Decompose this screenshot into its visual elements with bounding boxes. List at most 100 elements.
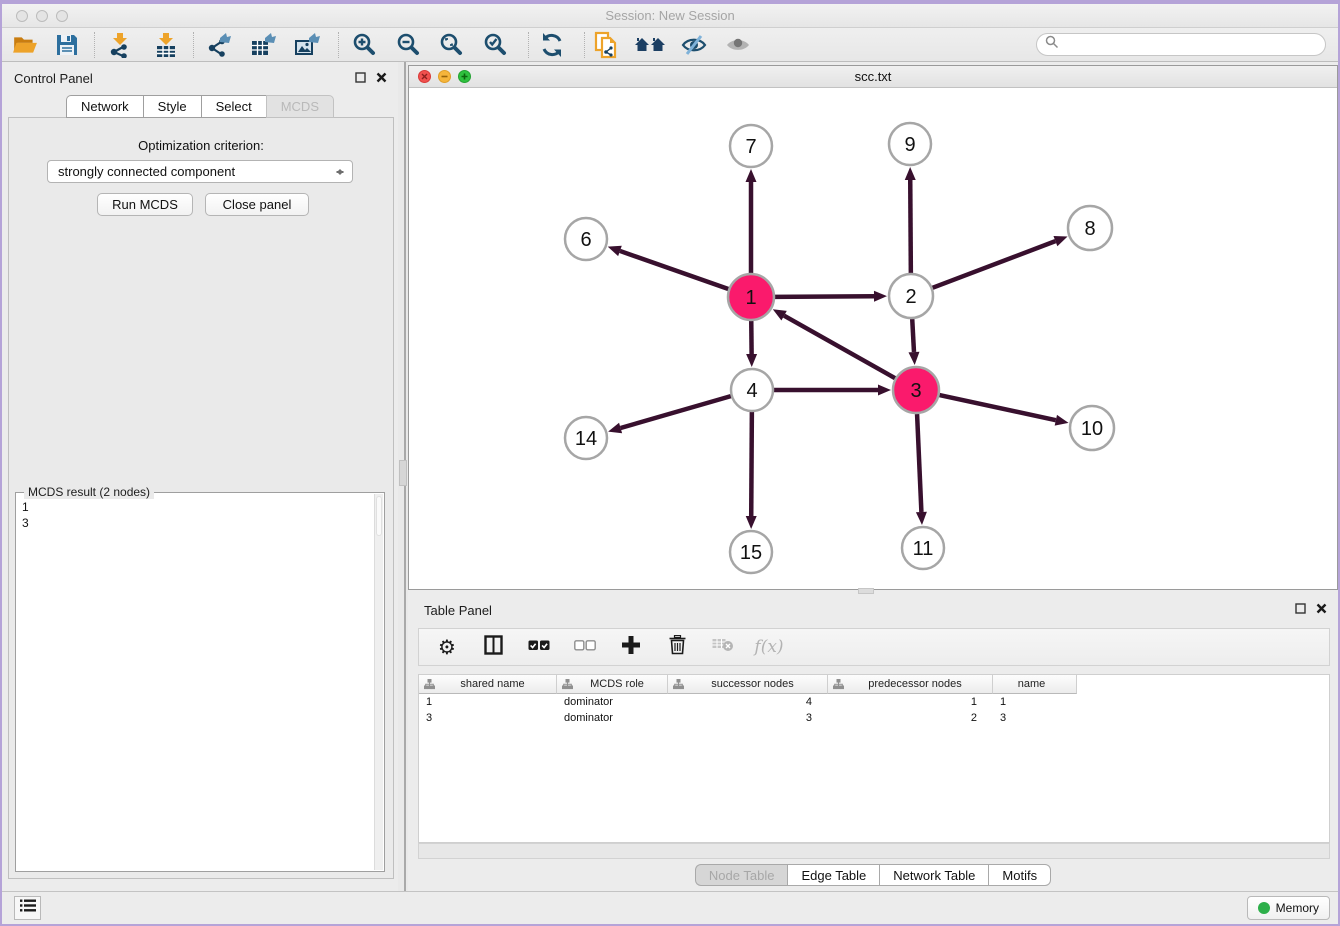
graph-node-2[interactable]: 2 — [889, 274, 933, 318]
graph-edge-1-6[interactable] — [608, 246, 729, 289]
optimization-criterion-dropdown[interactable]: strongly connected component — [47, 160, 353, 183]
table-cell[interactable]: 3 — [668, 710, 828, 726]
table-cell[interactable]: dominator — [557, 710, 668, 726]
run-mcds-button[interactable]: Run MCDS — [97, 193, 193, 216]
graph-node-15[interactable]: 15 — [730, 531, 772, 573]
tab-mcds[interactable]: MCDS — [266, 95, 334, 118]
deselect-all-columns-button[interactable] — [573, 634, 597, 660]
control-panel-title: Control Panel — [14, 71, 93, 86]
tab-select[interactable]: Select — [201, 95, 266, 118]
node-table[interactable]: shared nameMCDS rolesuccessor nodesprede… — [418, 674, 1330, 843]
tab-edge-table[interactable]: Edge Table — [787, 864, 879, 886]
graph-node-7[interactable]: 7 — [730, 125, 772, 167]
graph-edge-4-15[interactable] — [746, 412, 757, 529]
graph-edge-1-2[interactable] — [775, 291, 887, 302]
import-network-button[interactable] — [103, 31, 137, 59]
import-table-button[interactable] — [149, 31, 183, 59]
table-cell[interactable]: 1 — [828, 694, 993, 710]
column-header-MCDS-role[interactable]: MCDS role — [557, 675, 668, 694]
graph-edge-3-11[interactable] — [916, 414, 927, 525]
result-scrollbar[interactable] — [374, 494, 383, 870]
graph-node-3[interactable]: 3 — [893, 367, 939, 413]
tab-network[interactable]: Network — [66, 95, 143, 118]
graph-edge-3-10[interactable] — [939, 395, 1068, 426]
save-session-button[interactable] — [50, 31, 84, 59]
open-folder-icon — [12, 33, 38, 57]
zoom-selected-button[interactable] — [478, 31, 512, 59]
graph-node-1[interactable]: 1 — [728, 274, 774, 320]
search-input[interactable] — [1064, 38, 1325, 52]
graph-node-14[interactable]: 14 — [565, 417, 607, 459]
vertical-splitter[interactable] — [398, 62, 408, 891]
tab-style[interactable]: Style — [143, 95, 201, 118]
column-header-name[interactable]: name — [993, 675, 1077, 694]
select-all-columns-button[interactable] — [527, 634, 551, 660]
float-panel-icon[interactable] — [353, 70, 368, 85]
close-panel-button[interactable]: Close panel — [205, 193, 309, 216]
tab-network-table[interactable]: Network Table — [879, 864, 988, 886]
first-neighbors-button[interactable] — [633, 31, 667, 59]
show-all-button[interactable] — [721, 31, 755, 59]
splitter-grip[interactable] — [399, 460, 407, 486]
tab-node-table[interactable]: Node Table — [695, 864, 788, 886]
column-label: name — [993, 678, 1076, 690]
zoom-out-button[interactable] — [391, 31, 425, 59]
graph-node-11[interactable]: 11 — [902, 527, 944, 569]
horizontal-splitter-grip[interactable] — [858, 588, 874, 594]
table-row[interactable]: 3dominator323 — [419, 710, 1329, 726]
window-titlebar: Session: New Session — [2, 4, 1338, 28]
export-image-button[interactable] — [290, 31, 324, 59]
zoom-fit-button[interactable] — [434, 31, 468, 59]
column-header-predecessor-nodes[interactable]: predecessor nodes — [828, 675, 993, 694]
close-panel-icon[interactable] — [374, 70, 389, 85]
task-history-button[interactable] — [14, 896, 41, 920]
table-scrollbar[interactable] — [418, 843, 1330, 859]
graph-node-9[interactable]: 9 — [889, 123, 931, 165]
graph-node-6[interactable]: 6 — [565, 218, 607, 260]
graph-edge-4-14[interactable] — [608, 396, 731, 433]
graph-node-4[interactable]: 4 — [731, 369, 773, 411]
network-graph[interactable]: 1 2 3 4 6 7 8 9 10 11 14 15 — [409, 88, 1337, 590]
svg-text:2: 2 — [905, 286, 916, 308]
float-table-panel-icon[interactable] — [1293, 601, 1308, 616]
table-cell[interactable]: 3 — [993, 710, 1077, 726]
export-table-button[interactable] — [246, 31, 280, 59]
toolbar-separator — [528, 32, 529, 58]
column-header-shared-name[interactable]: shared name — [419, 675, 557, 694]
create-column-button[interactable] — [619, 634, 643, 660]
clone-network-button[interactable] — [590, 31, 624, 59]
tab-motifs[interactable]: Motifs — [988, 864, 1051, 886]
memory-label: Memory — [1276, 901, 1319, 915]
refresh-layout-button[interactable] — [535, 31, 569, 59]
table-cell[interactable]: dominator — [557, 694, 668, 710]
table-cell[interactable]: 3 — [419, 710, 557, 726]
table-settings-button[interactable]: ⚙ — [435, 634, 459, 660]
table-cell[interactable]: 1 — [419, 694, 557, 710]
table-cell[interactable]: 4 — [668, 694, 828, 710]
zoom-in-icon — [351, 32, 377, 58]
export-network-button[interactable] — [202, 31, 236, 59]
table-row[interactable]: 1dominator411 — [419, 694, 1329, 710]
zoom-in-button[interactable] — [347, 31, 381, 59]
hide-selected-button[interactable] — [677, 31, 711, 59]
graph-edge-1-7[interactable] — [746, 169, 757, 273]
column-header-successor-nodes[interactable]: successor nodes — [668, 675, 828, 694]
graph-edge-4-3[interactable] — [774, 385, 891, 396]
graph-node-8[interactable]: 8 — [1068, 206, 1112, 250]
graph-edge-3-1[interactable] — [773, 309, 895, 378]
column-selector-button[interactable] — [481, 634, 505, 660]
graph-edge-2-3[interactable] — [908, 319, 919, 365]
graph-edge-1-4[interactable] — [746, 321, 757, 367]
close-table-panel-icon[interactable] — [1314, 601, 1329, 616]
table-cell[interactable]: 2 — [828, 710, 993, 726]
hierarchy-icon — [673, 679, 684, 690]
open-session-button[interactable] — [8, 31, 42, 59]
graph-node-10[interactable]: 10 — [1070, 406, 1114, 450]
memory-button[interactable]: Memory — [1247, 896, 1330, 920]
table-cell[interactable]: 1 — [993, 694, 1077, 710]
delete-column-button[interactable] — [665, 634, 689, 660]
search-box[interactable] — [1036, 33, 1326, 56]
graph-edge-2-9[interactable] — [905, 167, 916, 273]
network-canvas[interactable]: 1 2 3 4 6 7 8 9 10 11 14 15 — [409, 88, 1337, 589]
graph-edge-2-8[interactable] — [933, 236, 1068, 288]
